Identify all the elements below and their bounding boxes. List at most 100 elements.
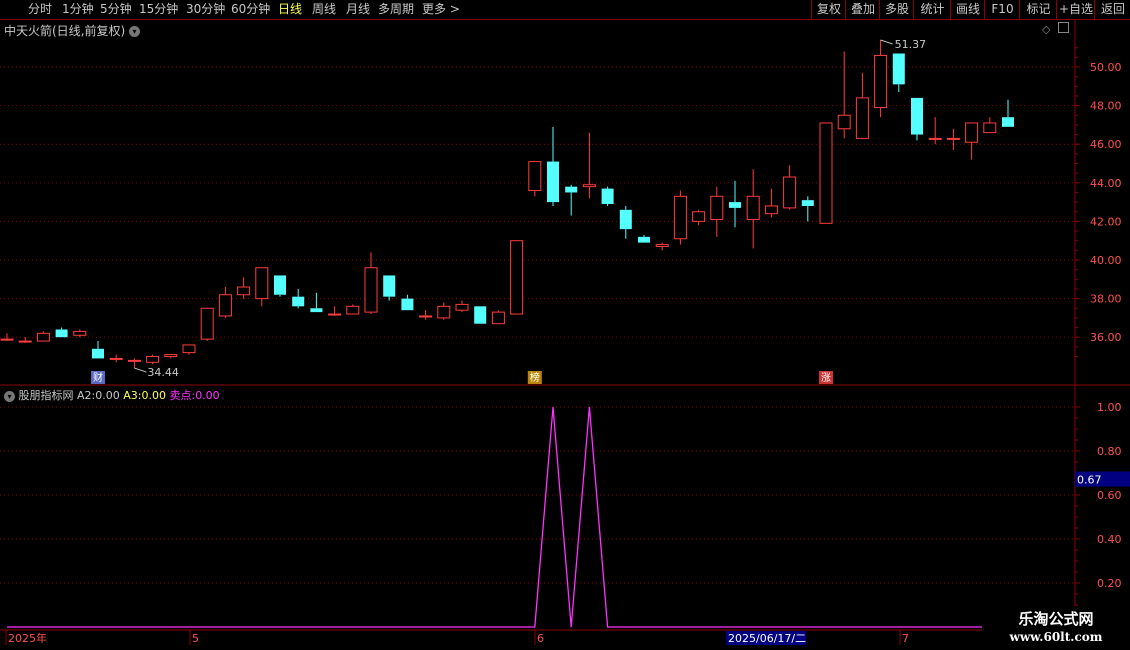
indicator-tick-label: 0.20 [1097,577,1122,590]
event-marker-label: 榜 [530,371,540,384]
indicator-series [7,406,1008,628]
a2-value: 0.00 [95,389,120,402]
panel-controls[interactable]: ◇ [1042,22,1069,36]
candle-body-up [874,54,888,109]
period-tab-10[interactable]: 更多 > [422,0,460,19]
toolbar-button-7[interactable]: +自选 [1056,0,1095,19]
indicator-tick-label: 0.60 [1097,489,1122,502]
candle-body-up [146,356,160,363]
period-tab-0[interactable]: 分时 [28,0,52,19]
period-tab-2[interactable]: 5分钟 [100,0,132,19]
max-pointer [880,39,893,45]
indicator-tick-label: 1.00 [1097,401,1122,414]
period-tab-9[interactable]: 多周期 [378,0,414,19]
event-marker-label: 财 [93,371,103,384]
candle-body-up [200,307,214,340]
candle-body-down [1002,117,1014,127]
price-tick-label: 46.00 [1090,138,1122,151]
period-tab-1[interactable]: 1分钟 [62,0,94,19]
date-label: 5 [192,632,199,645]
period-tab-7[interactable]: 周线 [312,0,336,19]
event-marker-label: 涨 [821,372,831,384]
grid-lines [0,20,1130,631]
candle-body-up [491,311,505,325]
candle-body-up [182,344,196,354]
sell-label: 卖点: [169,389,196,402]
period-tab-8[interactable]: 月线 [346,0,370,19]
toolbar-button-6[interactable]: 标记 [1019,0,1057,19]
diamond-icon[interactable]: ◇ [1042,23,1050,36]
toolbar-button-4[interactable]: 画线 [950,0,985,19]
indicator-name: 股朋指标网 [18,389,74,402]
candle-body-down [292,296,305,307]
candle-body-up [710,195,724,220]
cursor-value-label: 0.67 [1077,474,1102,487]
candle-body-down [638,236,650,243]
watermark: 乐淘公式网 www.60lt.com [982,606,1130,650]
a2-label: A2: [77,389,96,402]
toolbar-button-0[interactable]: 复权 [811,0,846,19]
candle-body-down [547,161,559,203]
period-tab-3[interactable]: 15分钟 [139,0,178,19]
candle-body-up [783,176,797,209]
candle-body-up [437,305,451,319]
candle-body-up [328,313,342,316]
cursor-date-label: 2025/06/17/二 [728,632,806,645]
candle-body-up [164,354,178,358]
candle-body-up [746,195,760,220]
price-tick-label: 36.00 [1090,331,1122,344]
price-axis: 50.0048.0046.0044.0042.0040.0038.0036.00… [5,47,1130,645]
toolbar-button-8[interactable]: 返回 [1094,0,1130,19]
panel-toggle-icon[interactable] [1057,22,1069,33]
candle-body-down [401,298,414,311]
candle-body-down [92,348,104,359]
candle-body-up [655,244,669,247]
candle-body-down [55,329,68,338]
candle-body-down [274,275,286,295]
candle-body-down [619,209,632,230]
candle-body-down [474,306,487,324]
candle-body-up [127,359,141,362]
period-tab-6[interactable]: 日线 [278,0,302,19]
chevron-down-icon[interactable]: ▾ [4,390,15,402]
candle-body-up [582,184,596,188]
candle-body-up [237,286,251,296]
candle-body-down [801,200,814,206]
kline-chart: 51.3734.44财榜涨 50.0048.0046.0044.0042.004… [0,20,1130,645]
sell-value: 0.00 [195,389,220,402]
candle-body-up [455,303,469,311]
min-pointer [134,367,147,373]
toolbar-button-1[interactable]: 叠加 [845,0,880,19]
period-tab-5[interactable]: 60分钟 [231,0,270,19]
candle-body-up [928,137,942,140]
candle-body-up [346,305,360,315]
sell-point-line [7,406,1008,628]
candle-body-up [692,211,706,222]
candle-body-up [419,315,433,318]
min-price-label: 34.44 [147,366,179,379]
price-tick-label: 42.00 [1090,215,1122,228]
candle-body-up [510,240,524,315]
price-tick-label: 50.00 [1090,61,1122,74]
candle-body-down [729,202,741,208]
candle-body-up [36,332,50,342]
candle-body-down [565,186,578,193]
toolbar-button-5[interactable]: F10 [984,0,1020,19]
a3-label: A3: [123,389,142,402]
price-tick-label: 44.00 [1090,177,1122,190]
candle-body-down [601,188,614,205]
price-tick-label: 40.00 [1090,254,1122,267]
toolbar-button-3[interactable]: 统计 [913,0,951,19]
toolbar-button-2[interactable]: 多股 [879,0,914,19]
chevron-down-icon[interactable]: ▾ [129,26,141,37]
candle-body-up [109,357,123,360]
indicator-legend: ▾ 股朋指标网 A2:0.00 A3:0.00 卖点:0.00 [4,387,220,403]
candle-body-down [892,53,905,85]
candle-body-up [673,195,687,240]
period-tab-4[interactable]: 30分钟 [186,0,225,19]
date-label: 6 [537,632,544,645]
main-panel-title: 中天火箭(日线,前复权) ▾ [4,22,141,39]
indicator-tick-label: 0.80 [1097,445,1122,458]
candlestick-series: 51.37 34.44 财 榜 涨 [0,38,1014,384]
candle-body-up [528,161,542,192]
